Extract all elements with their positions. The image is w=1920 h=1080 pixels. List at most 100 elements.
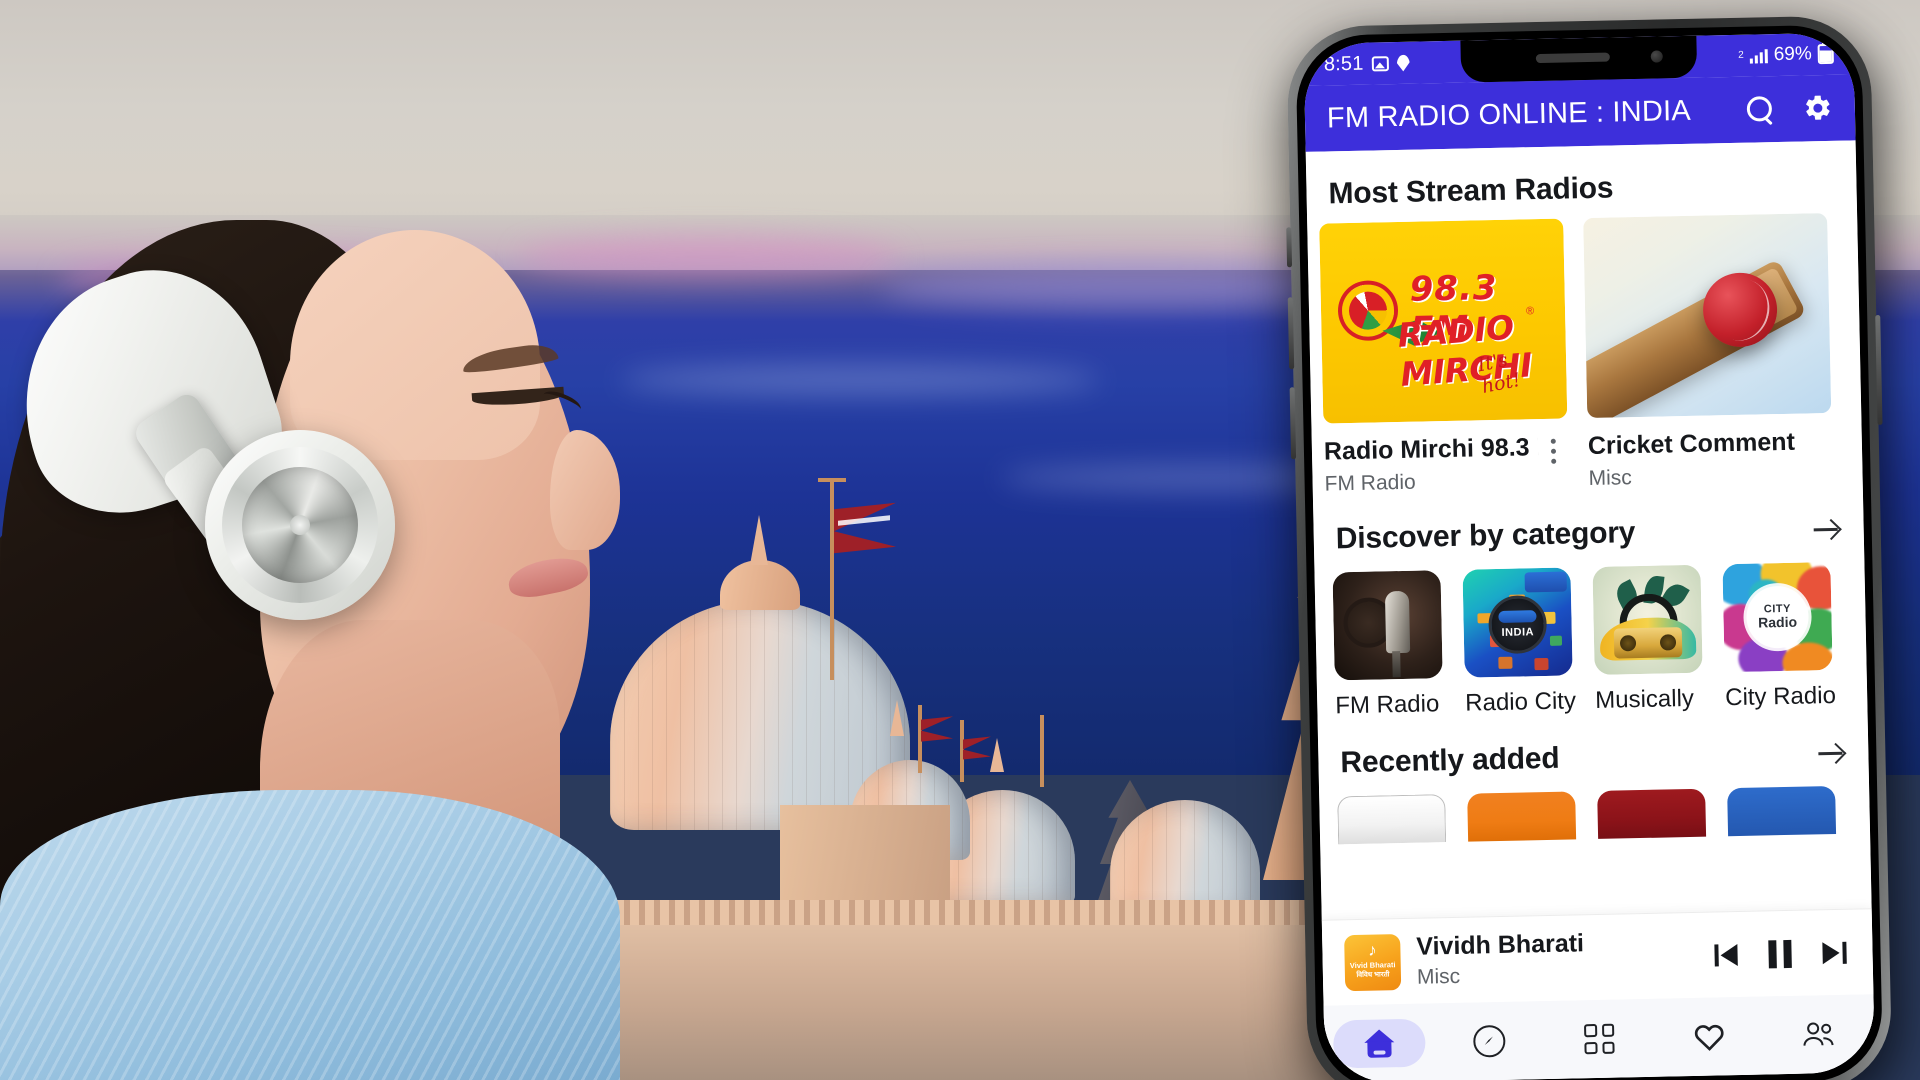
volume-down-button[interactable] (1289, 387, 1297, 460)
artwork-line2: विविध भारती (1356, 971, 1390, 980)
heart-icon (1693, 1021, 1726, 1052)
nav-item-explore[interactable] (1443, 1016, 1536, 1066)
nose (550, 430, 620, 550)
arrow-right-icon[interactable] (1816, 738, 1847, 769)
location-pin-icon (1396, 54, 1409, 71)
card-meta: Radio Mirchi 98.3 FM FM Radio (1323, 418, 1568, 496)
cricket-commentary-artwork[interactable] (1583, 212, 1832, 419)
nav-item-home[interactable] (1332, 1018, 1426, 1069)
artwork-line1: Vivid Bharati (1349, 960, 1396, 971)
pause-icon[interactable] (1768, 939, 1793, 968)
search-icon[interactable] (1747, 96, 1774, 123)
nav-item-browse[interactable] (1553, 1014, 1646, 1064)
phone-screen: 8:51 2 69% FM RADIO ONLINE : INDIA Most … (1303, 32, 1876, 1080)
section-title: Recently added (1340, 741, 1560, 780)
now-playing-artwork: ♪ Vivid Bharati विविध भारती (1344, 933, 1402, 991)
boombox-artwork (1592, 564, 1703, 675)
smartphone-mockup: 8:51 2 69% FM RADIO ONLINE : INDIA Most … (1286, 15, 1908, 1080)
card-subtitle: FM Radio (1324, 470, 1416, 496)
skip-next-icon[interactable] (1822, 941, 1846, 963)
app-bar: FM RADIO ONLINE : INDIA (1304, 74, 1856, 152)
city-radio-line2: Radio (1758, 613, 1798, 631)
card-title: Cricket Comment (1587, 427, 1796, 461)
radio-city-badge (1498, 610, 1537, 624)
volume-up-button[interactable] (1287, 297, 1295, 370)
now-playing-subtitle: Misc (1416, 964, 1461, 989)
now-playing-title: Vividh Bharati (1416, 929, 1585, 961)
recently-added-item[interactable] (1727, 785, 1837, 837)
dome-spire (750, 515, 768, 565)
mini-player-bar[interactable]: ♪ Vivid Bharati विविध भारती Vividh Bhara… (1321, 908, 1874, 1006)
section-title: Discover by category (1335, 516, 1636, 556)
temple-flag (921, 716, 953, 742)
gear-icon[interactable] (1803, 93, 1834, 124)
microphone-artwork (1332, 570, 1443, 681)
card-title: Radio Mirchi 98.3 FM (1323, 433, 1539, 466)
more-options-icon[interactable] (1538, 432, 1569, 464)
section-header-discover: Discover by category (1313, 485, 1864, 573)
boombox-icon (1613, 627, 1683, 659)
recently-added-item[interactable] (1597, 788, 1707, 839)
earpiece-speaker (1535, 52, 1610, 64)
people-icon (1802, 1020, 1837, 1049)
dome-spire (990, 738, 1004, 772)
battery-icon (1817, 43, 1834, 65)
category-item-musically[interactable]: Musically (1592, 564, 1703, 715)
most-stream-carousel[interactable]: 98.3 FM RADIO MIRCHI ® It's hot! Radio M… (1307, 212, 1863, 496)
section-header-recently-added: Recently added (1318, 709, 1869, 797)
category-label: Musically (1594, 684, 1695, 714)
battery-percent-label: 69% (1773, 43, 1812, 66)
compass-icon (1473, 1024, 1506, 1058)
category-label: Radio City (1464, 687, 1577, 717)
status-bar-right: 2 69% (1738, 43, 1834, 67)
card-meta: Cricket Comment Misc (1587, 413, 1832, 491)
radio-mirchi-artwork[interactable]: 98.3 FM RADIO MIRCHI ® It's hot! (1319, 218, 1568, 424)
category-label: FM Radio (1335, 690, 1440, 720)
clock: 8:51 (1323, 52, 1364, 75)
recently-added-item[interactable] (1337, 794, 1447, 845)
temple-flag (963, 736, 991, 760)
cricket-ball-icon (1702, 272, 1778, 348)
category-item-city-radio[interactable]: CITY Radio City Radio (1722, 562, 1837, 712)
flag-mast (1040, 715, 1044, 787)
grid-icon (1584, 1023, 1615, 1055)
status-bar-left: 8:51 (1324, 51, 1410, 76)
radio-city-artwork: INDIA (1462, 567, 1573, 678)
recently-added-carousel[interactable] (1319, 785, 1870, 845)
home-icon (1364, 1029, 1395, 1058)
phone-frame: 8:51 2 69% FM RADIO ONLINE : INDIA Most … (1286, 15, 1893, 1080)
radio-city-country-text: INDIA (1501, 626, 1535, 640)
category-item-radio-city[interactable]: INDIA Radio City (1462, 567, 1577, 717)
music-note-icon: ♪ (1367, 940, 1377, 960)
arrow-right-icon[interactable] (1811, 514, 1842, 545)
image-icon (1371, 55, 1389, 71)
dome-spire (890, 700, 904, 736)
section-title: Most Stream Radios (1328, 171, 1614, 211)
nav-item-community[interactable] (1773, 1009, 1866, 1059)
mirchi-swirl-icon (1341, 284, 1395, 338)
skip-previous-icon[interactable] (1714, 944, 1738, 966)
recently-added-item[interactable] (1467, 791, 1577, 842)
dome-crown (720, 560, 800, 610)
category-carousel[interactable]: FM Radio INDIA Radio City Musically CITY… (1314, 561, 1867, 720)
temple-block (780, 805, 950, 915)
category-label: City Radio (1724, 681, 1837, 712)
phone-notch (1460, 35, 1698, 83)
radio-city-tag-icon (1524, 571, 1567, 593)
category-item-fm-radio[interactable]: FM Radio (1332, 570, 1443, 720)
radio-card[interactable]: 98.3 FM RADIO MIRCHI ® It's hot! Radio M… (1319, 218, 1569, 497)
cricket-bat-icon (1583, 258, 1807, 419)
radio-card[interactable]: Cricket Comment Misc (1583, 212, 1833, 491)
front-camera (1650, 50, 1663, 63)
city-radio-artwork: CITY Radio (1722, 562, 1833, 673)
now-playing-info: Vividh Bharati Misc (1416, 927, 1699, 990)
bottom-navigation-bar (1323, 994, 1876, 1080)
silent-switch[interactable] (1286, 227, 1293, 268)
card-subtitle: Misc (1588, 466, 1632, 491)
nav-item-favorites[interactable] (1663, 1012, 1756, 1062)
signal-strength-icon (1749, 47, 1768, 64)
mirchi-registered-mark: ® (1525, 305, 1535, 318)
sim-indicator-icon: 2 (1738, 49, 1744, 61)
blue-top (0, 790, 620, 1080)
microphone-icon (1384, 590, 1411, 654)
